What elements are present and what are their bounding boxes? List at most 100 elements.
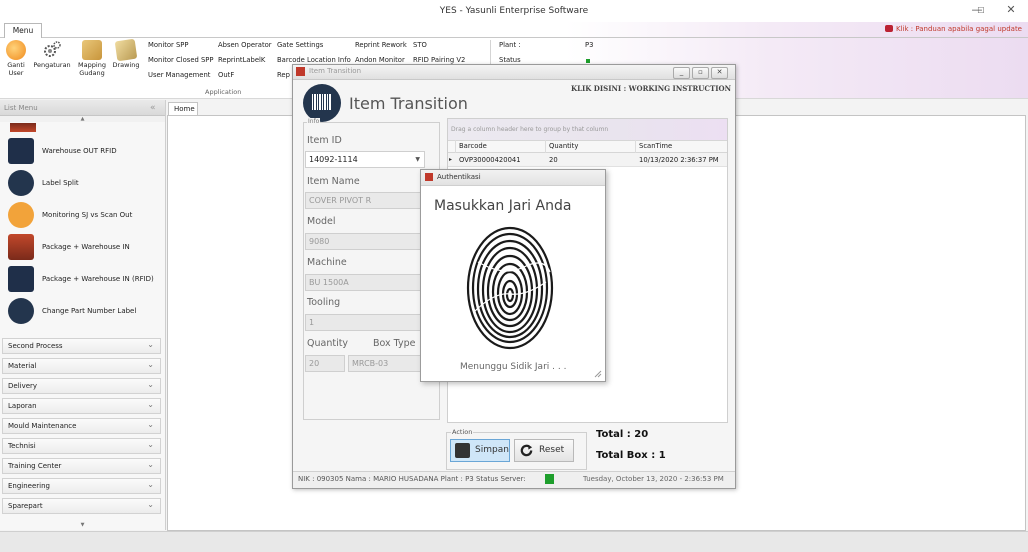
section-training-center[interactable]: Training Center ⌄ [2, 458, 161, 474]
drawing-icon [114, 38, 138, 62]
section-label: Second Process [8, 342, 63, 350]
absen-operator-item[interactable]: Absen Operator [218, 41, 272, 49]
menu-item-package-warehouse-in[interactable]: Package + Warehouse IN [6, 234, 161, 262]
close-button[interactable]: ✕ [994, 0, 1028, 22]
total-quantity: Total : 20 [596, 429, 649, 440]
chevron-down-icon: ⌄ [147, 340, 154, 349]
tab-home[interactable]: Home [168, 102, 198, 115]
rfid-pairing-item[interactable]: RFID Pairing V2 [413, 56, 465, 64]
ribbon-tab-line [0, 37, 1028, 38]
item-transition-logo-icon [303, 84, 341, 122]
app-logo-icon [425, 173, 433, 181]
chevron-down-icon: ⌄ [147, 360, 154, 369]
model-field: 9080 [305, 233, 425, 250]
settings-gears-icon [42, 40, 62, 60]
quantity-label: Quantity [307, 338, 349, 349]
section-mould-maintenance[interactable]: Mould Maintenance ⌄ [2, 418, 161, 434]
collapse-icon[interactable]: « [150, 100, 162, 116]
section-label: Mould Maintenance [8, 422, 77, 430]
box-type-field: MRCB-03 [348, 355, 425, 372]
reset-label: Reset [539, 445, 565, 455]
barcode-icon [8, 298, 34, 324]
item-id-label: Item ID [307, 135, 342, 146]
ganti-user-button[interactable]: Ganti User [2, 40, 30, 77]
warehouse-rfid-icon [8, 138, 34, 164]
reprint-labelk-item[interactable]: ReprintLabelK [218, 56, 265, 64]
scroll-up-icon[interactable]: ▲ [0, 116, 165, 122]
window-minimize-button[interactable]: _ [673, 67, 690, 79]
section-second-process[interactable]: Second Process ⌄ [2, 338, 161, 354]
status-label: Status [499, 56, 521, 64]
column-quantity[interactable]: Quantity [549, 142, 578, 150]
list-menu-header: List Menu [0, 100, 165, 116]
scroll-down-icon[interactable]: ▼ [0, 522, 165, 528]
user-management-item[interactable]: User Management [148, 71, 210, 79]
reprint-rework-item[interactable]: Reprint Rework [355, 41, 407, 49]
fingerprint-prompt: Masukkan Jari Anda [434, 198, 572, 214]
barcode-location-info-item[interactable]: Barcode Location Info [277, 56, 351, 64]
reset-button[interactable]: Reset [514, 439, 574, 462]
menu-item-label: Label Split [42, 179, 79, 187]
row-indicator-icon: ▸ [449, 156, 453, 163]
outf-item[interactable]: OutF [218, 71, 234, 79]
andon-monitor-item[interactable]: Andon Monitor [355, 56, 405, 64]
ribbon-group-label: Application [205, 88, 242, 96]
section-technisi[interactable]: Technisi ⌄ [2, 438, 161, 454]
fingerprint-icon [464, 222, 556, 352]
mapping-gudang-label: Mapping Gudang [78, 61, 106, 77]
window-maximize-button[interactable]: ▫ [692, 67, 709, 79]
save-icon [455, 443, 470, 458]
sto-item[interactable]: STO [413, 41, 427, 49]
menu-item-warehouse-out-rfid[interactable]: Warehouse OUT RFID [6, 138, 161, 166]
help-update-link[interactable]: Klik : Panduan apabila gagal update [885, 25, 1022, 33]
help-icon [885, 25, 894, 32]
barcode-icon [8, 170, 34, 196]
column-scantime[interactable]: ScanTime [639, 142, 672, 150]
group-panel-hint[interactable]: Drag a column header here to group by th… [448, 119, 727, 140]
menu-item-change-part-number[interactable]: Change Part Number Label [6, 298, 161, 326]
pengaturan-button[interactable]: Pengaturan [32, 40, 72, 69]
menu-item-label-split[interactable]: Label Split [6, 170, 161, 198]
menu-item-package-warehouse-in-rfid[interactable]: Package + Warehouse IN (RFID) [6, 266, 161, 294]
resize-grip-icon[interactable] [594, 370, 602, 378]
column-barcode[interactable]: Barcode [459, 142, 487, 150]
clipboard-icon [8, 202, 34, 228]
section-laporan[interactable]: Laporan ⌄ [2, 398, 161, 414]
menu-item-label: Warehouse OUT RFID [42, 147, 117, 155]
warehouse-in-icon [8, 234, 34, 260]
working-instruction-link[interactable]: KLIK DISINI : WORKING INSTRUCTION [571, 84, 731, 93]
gate-settings-item[interactable]: Gate Settings [277, 41, 323, 49]
item-transition-titlebar[interactable]: Item Transition [293, 65, 735, 80]
simpan-button[interactable]: Simpan [450, 439, 510, 462]
menu-item-label: Change Part Number Label [42, 307, 137, 315]
item-name-field: COVER PIVOT R [305, 192, 425, 209]
dropdown-arrow-icon[interactable]: ▼ [415, 152, 420, 167]
warehouse-map-icon [82, 40, 102, 60]
section-engineering[interactable]: Engineering ⌄ [2, 478, 161, 494]
chevron-down-icon: ⌄ [147, 420, 154, 429]
cell-barcode: OVP30000420041 [459, 156, 521, 164]
monitor-closed-spp-item[interactable]: Monitor Closed SPP [148, 56, 214, 64]
model-label: Model [307, 216, 336, 227]
rep-item[interactable]: Rep [277, 71, 290, 79]
plant-label: Plant : [499, 41, 521, 49]
maximize-button[interactable]: ☐ [964, 1, 998, 23]
plant-value: P3 [585, 41, 594, 49]
box-type-label: Box Type [373, 338, 416, 349]
machine-label: Machine [307, 257, 347, 268]
monitor-spp-item[interactable]: Monitor SPP [148, 41, 189, 49]
authentication-titlebar[interactable]: Authentikasi [421, 170, 605, 186]
section-delivery[interactable]: Delivery ⌄ [2, 378, 161, 394]
status-datetime: Tuesday, October 13, 2020 - 2:36:53 PM [583, 475, 724, 483]
drawing-label: Drawing [112, 61, 140, 69]
drawing-button[interactable]: Drawing [112, 38, 140, 69]
window-close-button[interactable]: ✕ [711, 67, 728, 79]
section-material[interactable]: Material ⌄ [2, 358, 161, 374]
total-box: Total Box : 1 [596, 450, 666, 461]
info-group-label: Info [307, 118, 321, 125]
item-id-combobox[interactable]: 14092-1114 ▼ [305, 151, 425, 168]
tab-menu[interactable]: Menu [4, 23, 42, 38]
menu-item-monitoring-sj[interactable]: Monitoring SJ vs Scan Out [6, 202, 161, 230]
section-sparepart[interactable]: Sparepart ⌄ [2, 498, 161, 514]
mapping-gudang-button[interactable]: Mapping Gudang [76, 40, 108, 77]
